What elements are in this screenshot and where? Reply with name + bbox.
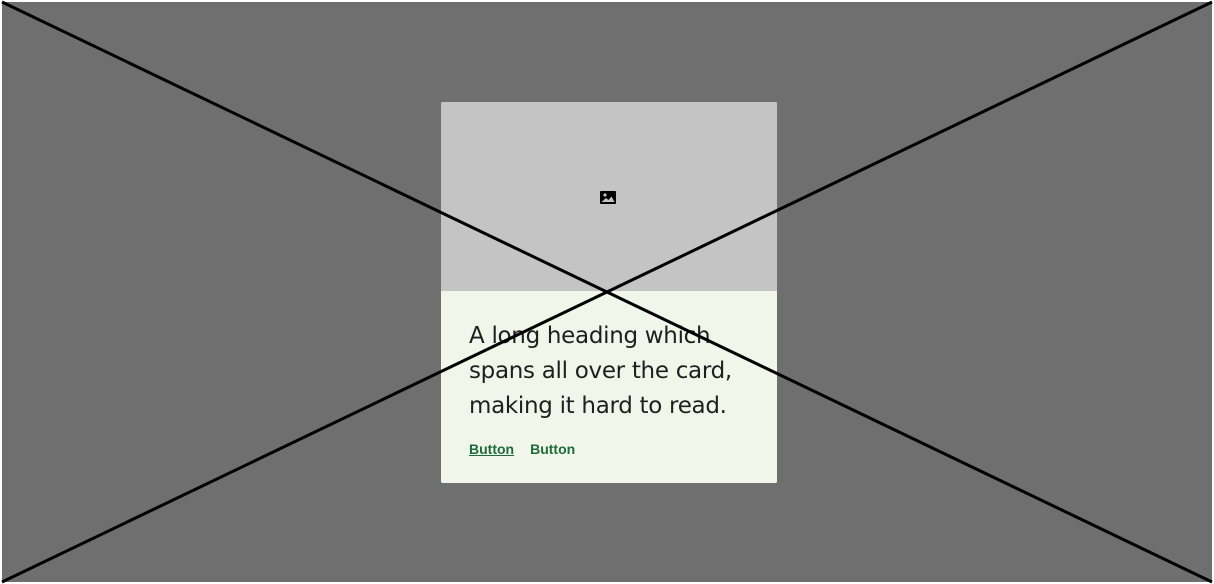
card-body: A long heading which spans all over the … (441, 291, 777, 483)
card-actions: Button Button (469, 440, 575, 458)
card: A long heading which spans all over the … (441, 102, 777, 483)
card-media-placeholder (441, 102, 777, 291)
image-icon (600, 191, 616, 204)
card-primary-button[interactable]: Button (469, 440, 514, 458)
card-heading: A long heading which spans all over the … (469, 323, 732, 419)
card-secondary-button[interactable]: Button (530, 440, 575, 458)
backdrop: A long heading which spans all over the … (2, 2, 1212, 582)
